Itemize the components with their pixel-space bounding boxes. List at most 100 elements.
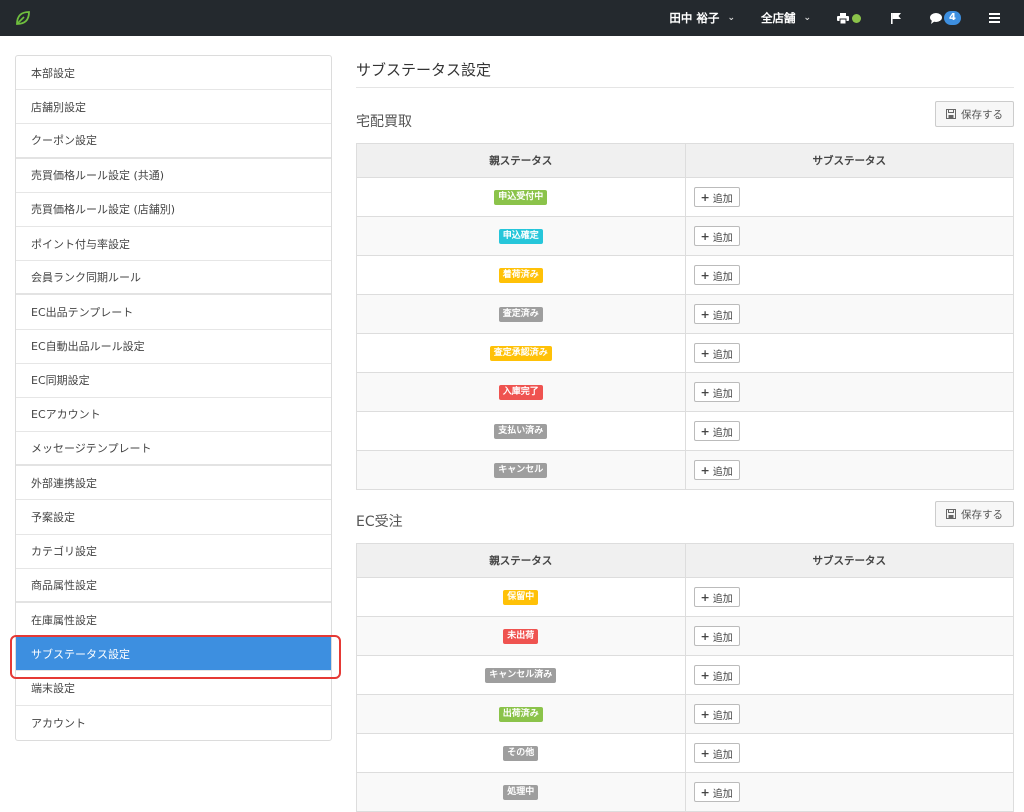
status-badge: キャンセル — [494, 462, 548, 478]
add-substatus-button[interactable]: + 追加 — [693, 460, 740, 480]
store-menu[interactable]: 全店舗 ⌄ — [761, 0, 811, 36]
flag-button[interactable] — [891, 0, 902, 36]
hamburger-menu-button[interactable] — [989, 0, 1000, 36]
add-button-label: 追加 — [712, 710, 733, 722]
sidebar-item-ec-auto-listing[interactable]: EC自動出品ルール設定 — [16, 330, 331, 364]
sidebar-item-product-attribute[interactable]: 商品属性設定 — [16, 569, 331, 603]
sidebar-item-external-integration[interactable]: 外部連携設定 — [16, 466, 331, 501]
add-substatus-button[interactable]: + 追加 — [693, 304, 740, 324]
parent-status-cell: 申込確定 — [356, 216, 686, 256]
sidebar-item-point-rate[interactable]: ポイント付与率設定 — [16, 227, 331, 262]
sidebar-item-ec-account[interactable]: ECアカウント — [16, 398, 331, 433]
add-substatus-button[interactable]: + 追加 — [693, 421, 740, 441]
parent-status-cell: 入庫完了 — [356, 372, 686, 412]
sidebar-item-budget[interactable]: 予案設定 — [16, 500, 331, 535]
save-button-label: 保存する — [961, 108, 1003, 121]
substatus-cell: + 追加 — [684, 333, 1014, 373]
plus-icon: + — [700, 629, 710, 643]
table-row: その他 + 追加 — [356, 733, 1014, 773]
parent-status-cell: 着荷済み — [356, 255, 686, 295]
sidebar-item-coupon-settings[interactable]: クーポン設定 — [16, 124, 331, 159]
table-row: キャンセル + 追加 — [356, 450, 1014, 490]
add-substatus-button[interactable]: + 追加 — [693, 265, 740, 285]
add-substatus-button[interactable]: + 追加 — [693, 665, 740, 685]
plus-icon: + — [700, 463, 710, 477]
plus-icon: + — [700, 385, 710, 399]
add-substatus-button[interactable]: + 追加 — [693, 343, 740, 363]
sidebar-item-ec-template[interactable]: EC出品テンプレート — [16, 295, 331, 330]
substatus-cell: + 追加 — [684, 616, 1014, 656]
status-badge: 着荷済み — [498, 267, 543, 283]
substatus-table-ec-order: 親ステータス サブステータス 保留中 + 追加 未出荷 + 追加 キャンセル済み + 追加 出荷済… — [356, 543, 1014, 812]
printer-icon — [837, 12, 850, 24]
status-badge: その他 — [503, 745, 539, 761]
plus-icon: + — [700, 590, 710, 604]
page-title: サブステータス設定 — [356, 55, 1014, 88]
table-row: 申込確定 + 追加 — [356, 216, 1014, 256]
add-button-label: 追加 — [712, 466, 733, 478]
status-badge: 査定済み — [498, 306, 543, 322]
table-row: 処理中 + 追加 — [356, 772, 1014, 812]
substatus-cell: + 追加 — [684, 216, 1014, 256]
add-substatus-button[interactable]: + 追加 — [693, 187, 740, 207]
add-substatus-button[interactable]: + 追加 — [693, 382, 740, 402]
add-substatus-button[interactable]: + 追加 — [693, 782, 740, 802]
add-substatus-button[interactable]: + 追加 — [693, 226, 740, 246]
top-nav-menu: 田中 裕子 ⌄ 全店舗 ⌄ 4 — [669, 0, 1024, 36]
messages-button[interactable]: 4 — [930, 0, 961, 36]
add-substatus-button[interactable]: + 追加 — [693, 704, 740, 724]
add-substatus-button[interactable]: + 追加 — [693, 626, 740, 646]
table-row: 入庫完了 + 追加 — [356, 372, 1014, 412]
user-menu[interactable]: 田中 裕子 ⌄ — [669, 0, 735, 36]
parent-status-cell: 査定承認済み — [356, 333, 686, 373]
substatus-cell: + 追加 — [684, 177, 1014, 217]
store-name: 全店舗 — [760, 11, 796, 25]
status-badge: キャンセル済み — [485, 667, 557, 683]
chat-bubble-icon — [930, 12, 943, 24]
add-button-label: 追加 — [712, 271, 733, 283]
add-button-label: 追加 — [712, 349, 733, 361]
add-button-label: 追加 — [712, 427, 733, 439]
sidebar-item-stock-attribute[interactable]: 在庫属性設定 — [16, 603, 331, 638]
main-content: サブステータス設定 宅配買取 保存する 親ステータス サブステータス 申込受付中… — [356, 55, 1014, 812]
chevron-down-icon: ⌄ — [727, 13, 735, 23]
notification-badge: 4 — [944, 11, 961, 25]
add-substatus-button[interactable]: + 追加 — [693, 587, 740, 607]
substatus-cell: + 追加 — [684, 655, 1014, 695]
flag-icon — [891, 12, 902, 24]
substatus-cell: + 追加 — [684, 294, 1014, 334]
plus-icon: + — [700, 785, 710, 799]
substatus-cell: + 追加 — [684, 694, 1014, 734]
plus-icon: + — [700, 346, 710, 360]
plus-icon: + — [700, 307, 710, 321]
parent-status-cell: 保留中 — [356, 577, 686, 617]
sidebar-item-ec-sync[interactable]: EC同期設定 — [16, 364, 331, 398]
add-substatus-button[interactable]: + 追加 — [693, 743, 740, 763]
sidebar-item-member-rank[interactable]: 会員ランク同期ルール — [16, 261, 331, 296]
plus-icon: + — [700, 424, 710, 438]
sidebar-item-account[interactable]: アカウント — [16, 706, 331, 740]
sidebar-item-category[interactable]: カテゴリ設定 — [16, 535, 331, 569]
save-button[interactable]: 保存する — [935, 101, 1014, 127]
substatus-table-takuhai: 親ステータス サブステータス 申込受付中 + 追加 申込確定 + 追加 着荷済み + 追加 査定済… — [356, 143, 1014, 490]
section-header-ec-order: EC受注 保存する — [356, 501, 1014, 543]
substatus-cell: + 追加 — [684, 411, 1014, 451]
sidebar-item-store-settings[interactable]: 店舗別設定 — [16, 90, 331, 125]
status-badge: 未出荷 — [503, 628, 539, 644]
sidebar-item-hq-settings[interactable]: 本部設定 — [16, 56, 331, 91]
leaf-logo-icon[interactable] — [14, 9, 32, 27]
sidebar-item-message-template[interactable]: メッセージテンプレート — [16, 432, 331, 467]
sidebar-item-price-rule-common[interactable]: 売買価格ルール設定 (共通) — [16, 159, 331, 193]
save-button[interactable]: 保存する — [935, 501, 1014, 527]
save-button-label: 保存する — [961, 508, 1003, 521]
status-dot — [852, 13, 862, 23]
add-button-label: 追加 — [712, 310, 733, 322]
plus-icon: + — [700, 229, 710, 243]
sidebar-item-price-rule-store[interactable]: 売買価格ルール設定 (店舗別) — [16, 193, 331, 227]
add-button-label: 追加 — [712, 232, 733, 244]
printer-status[interactable] — [837, 0, 862, 36]
table-row: 保留中 + 追加 — [356, 577, 1014, 617]
substatus-cell: + 追加 — [684, 577, 1014, 617]
status-badge: 出荷済み — [498, 706, 543, 722]
table-row: キャンセル済み + 追加 — [356, 655, 1014, 695]
